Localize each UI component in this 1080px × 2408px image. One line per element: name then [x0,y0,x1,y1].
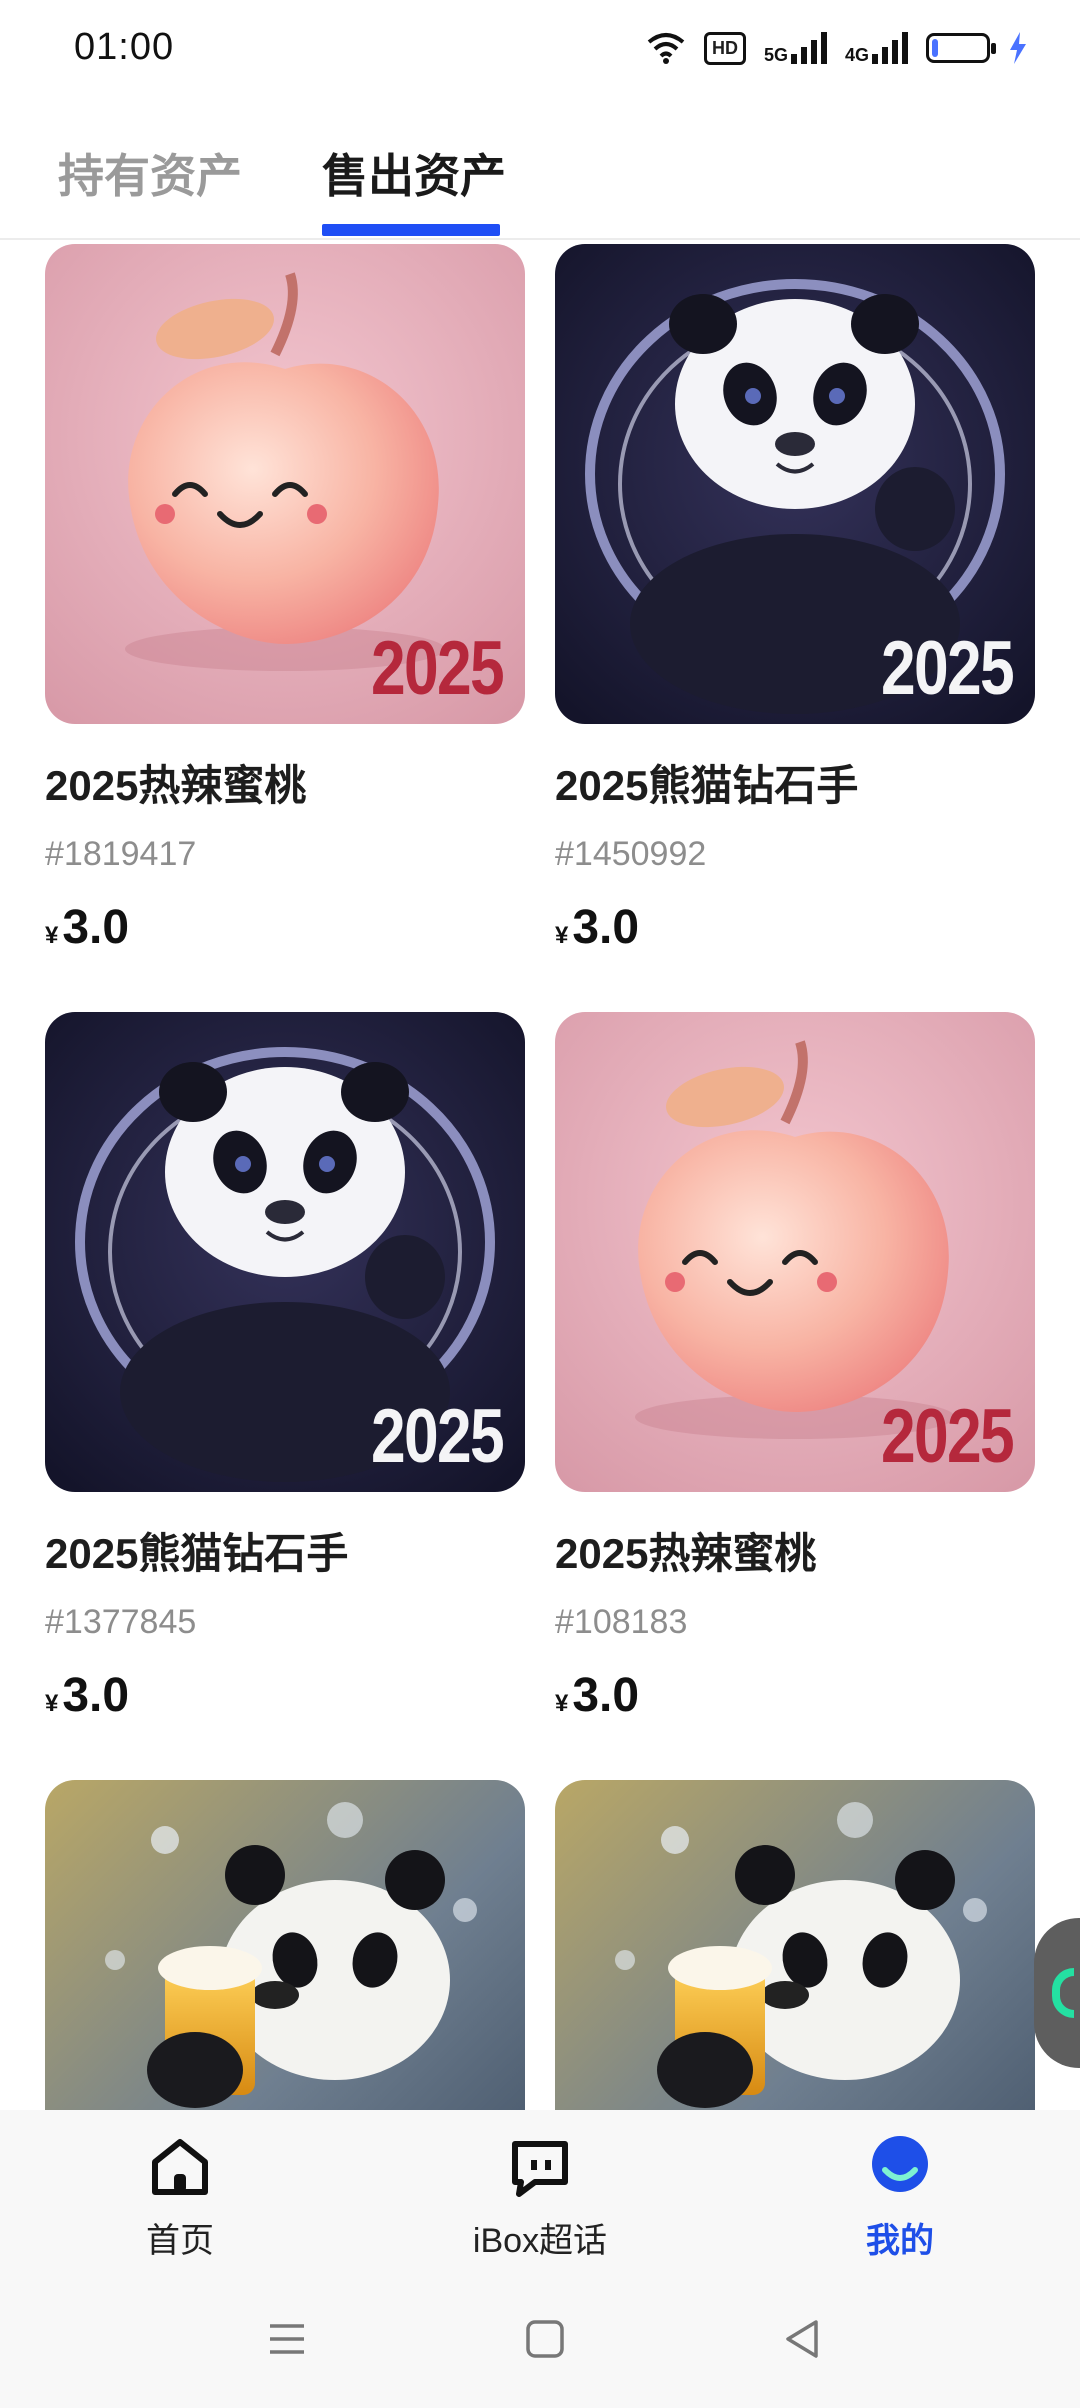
asset-card[interactable]: 2025 2025熊猫钻石手 #1450992 ¥ 3.0 [555,244,1035,955]
home-icon [152,2139,208,2195]
nav-profile[interactable]: 我的 [790,2134,1010,2262]
year-badge: 2025 [370,626,505,711]
asset-id: #108183 [555,1603,688,1641]
asset-title: 2025热辣蜜桃 [45,762,307,809]
ring-icon [1052,1968,1074,2018]
asset-id: #1450992 [555,835,707,873]
profile-icon [872,2136,928,2192]
bottom-nav: 首页 iBox超话 我的 [0,2110,1080,2270]
active-tab-indicator [322,224,500,236]
tab-held-assets[interactable]: 持有资产 [58,140,242,206]
asset-title: 2025熊猫钻石手 [45,1530,349,1577]
sold-assets-grid: 2025 2025热辣蜜桃 #1819417 ¥ 3.0 2025 2025熊猫… [45,244,1035,2110]
asset-id: #1819417 [45,835,197,873]
peach-art: 2025 [45,244,525,724]
back-icon[interactable] [778,2314,828,2364]
asset-price: ¥ 3.0 [45,1668,525,1723]
home-square-icon[interactable] [520,2314,570,2364]
price-value: 3.0 [572,1669,640,1722]
price-value: 3.0 [62,901,130,954]
price-value: 3.0 [572,901,640,954]
status-time: 01:00 [74,26,175,68]
asset-price: ¥ 3.0 [45,900,525,955]
price-value: 3.0 [62,1669,130,1722]
signal-4g-icon: 4G [845,32,908,64]
wifi-icon [647,33,685,64]
asset-tabs: 持有资产 售出资产 [0,96,1080,240]
asset-card[interactable] [45,1780,525,2110]
asset-id: #1377845 [45,1603,197,1641]
nav-forum-label: iBox超话 [472,2222,608,2260]
peach-art: 2025 [555,1012,1035,1492]
asset-card[interactable] [555,1780,1035,2110]
chat-icon [512,2141,568,2197]
net-5g-label: 5G [763,45,788,65]
nav-profile-label: 我的 [866,2222,934,2260]
asset-title: 2025熊猫钻石手 [555,762,859,809]
asset-price: ¥ 3.0 [555,1668,1035,1723]
system-nav-bar [0,2270,1080,2408]
nav-home-label: 首页 [146,2222,214,2260]
net-4g-label: 4G [844,45,869,65]
menu-icon[interactable] [262,2314,312,2364]
panda-swirl-art: 2025 [555,244,1035,724]
currency-symbol: ¥ [555,1690,569,1717]
battery-icon [926,33,996,63]
hd-icon: HD [703,31,746,65]
asset-title: 2025热辣蜜桃 [555,1530,817,1577]
status-bar: 01:00 HD 5G 4G [0,0,1080,96]
nav-home[interactable]: 首页 [70,2134,290,2262]
panda-swirl-art: 2025 [45,1012,525,1492]
signal-5g-icon: 5G [764,32,827,64]
status-icons: HD 5G 4G [646,26,1028,70]
floating-assistant-button[interactable] [1034,1918,1080,2068]
year-badge: 2025 [370,1394,505,1479]
asset-card[interactable]: 2025 2025热辣蜜桃 #1819417 ¥ 3.0 [45,244,525,955]
year-badge: 2025 [880,1394,1015,1479]
currency-symbol: ¥ [555,922,569,949]
tab-sold-assets[interactable]: 售出资产 [322,140,506,206]
asset-card[interactable]: 2025 2025熊猫钻石手 #1377845 ¥ 3.0 [45,1012,525,1723]
year-badge: 2025 [880,626,1015,711]
nav-ibox-forum[interactable]: iBox超话 [430,2134,650,2262]
asset-card[interactable]: 2025 2025热辣蜜桃 #108183 ¥ 3.0 [555,1012,1035,1723]
currency-symbol: ¥ [45,922,59,949]
asset-price: ¥ 3.0 [555,900,1035,955]
currency-symbol: ¥ [45,1690,59,1717]
charging-icon [1010,32,1026,64]
panda-beer-art [555,1780,1035,2110]
panda-beer-art [45,1780,525,2110]
